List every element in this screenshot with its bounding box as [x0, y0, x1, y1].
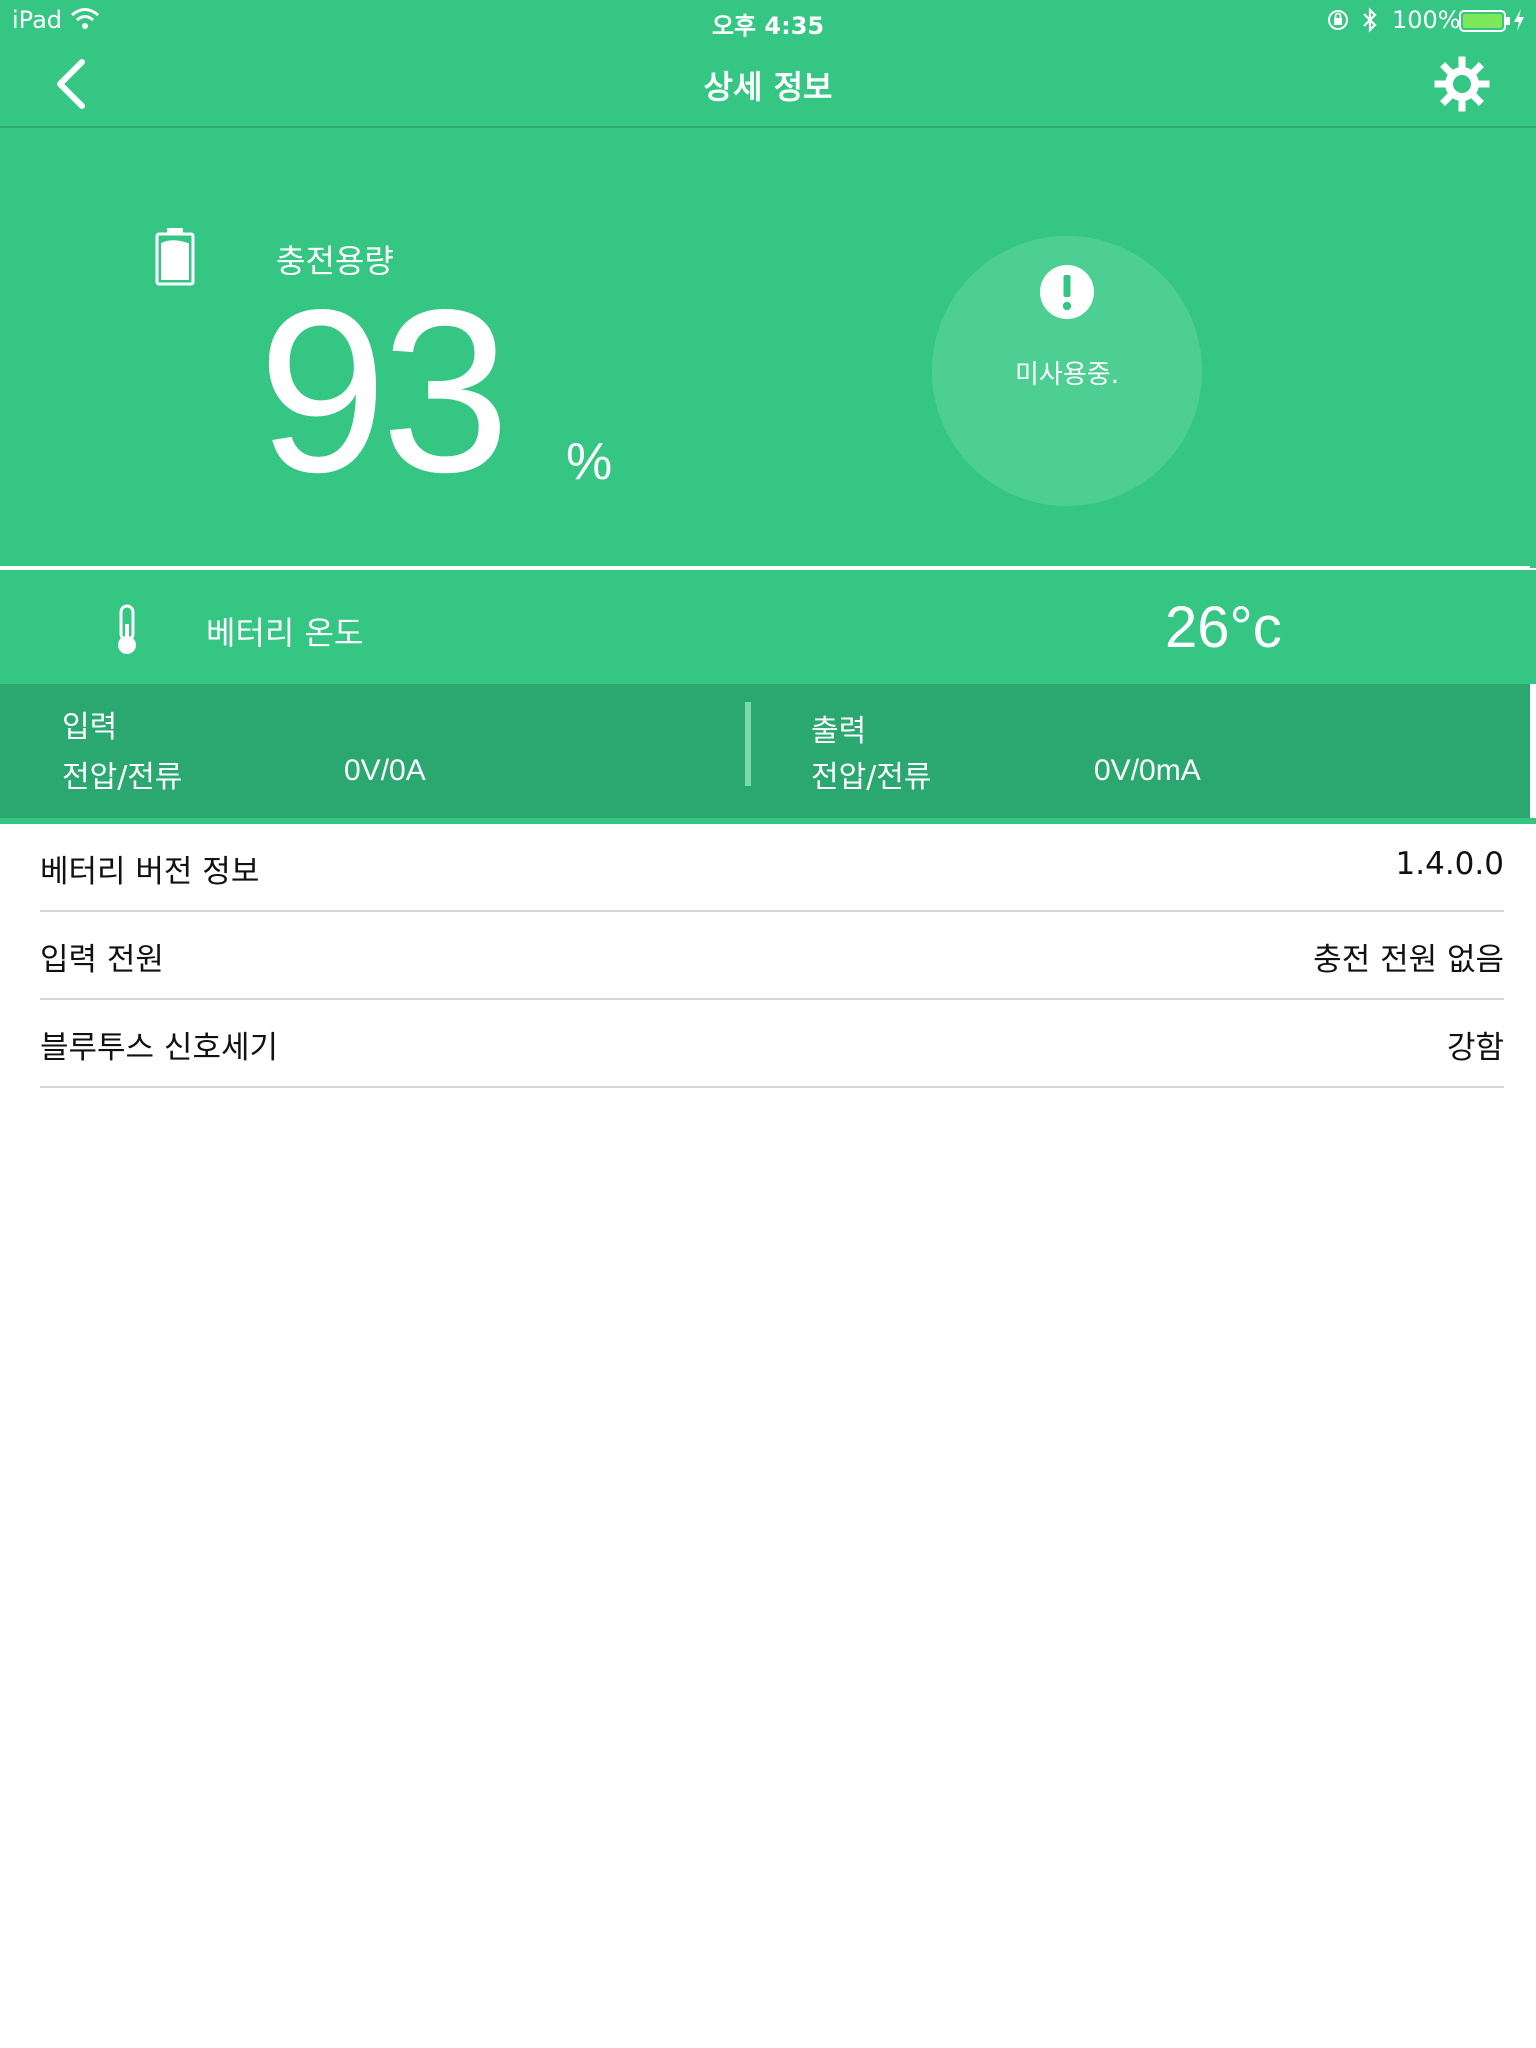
- status-bar: iPad 오후 4:35 100%: [0, 0, 1536, 40]
- input-title: 입력: [62, 710, 118, 745]
- info-label: 블루투스 신호세기: [40, 1030, 279, 1066]
- info-label: 입력 전원: [40, 942, 164, 978]
- bluetooth-icon: [1363, 7, 1377, 33]
- info-row-version: 베터리 버전 정보 1.4.0.0: [40, 824, 1504, 912]
- capacity-value: 93: [258, 262, 510, 521]
- input-value: 0V/0A: [344, 754, 426, 787]
- thermometer-icon: [118, 604, 136, 654]
- info-value: 강함: [1446, 1030, 1504, 1066]
- info-label: 베터리 버전 정보: [40, 854, 260, 890]
- page-title: 상세 정보: [703, 68, 833, 106]
- info-row-bluetooth-signal: 블루투스 신호세기 강함: [40, 1000, 1504, 1088]
- status-time: 오후 4:35: [711, 12, 825, 40]
- input-label: 전압/전류: [62, 760, 183, 795]
- io-panel: 입력 전압/전류 0V/0A 출력 전압/전류 0V/0mA: [0, 684, 1530, 818]
- output-title: 출력: [811, 714, 867, 749]
- temperature-label: 베터리 온도: [206, 614, 364, 652]
- info-list: 베터리 버전 정보 1.4.0.0 입력 전원 충전 전원 없음 블루투스 신호…: [40, 824, 1504, 1088]
- usage-status-circle: 미사용중.: [932, 236, 1202, 506]
- capacity-section: 충전용량 93 % 미사용중.: [0, 128, 1536, 568]
- usage-status-text: 미사용중.: [1015, 360, 1119, 390]
- io-divider: [745, 702, 751, 786]
- output-value: 0V/0mA: [1094, 754, 1201, 787]
- status-battery-icon: [1459, 10, 1510, 32]
- temperature-value: 26°c: [1165, 595, 1282, 660]
- info-value: 충전 전원 없음: [1313, 942, 1504, 978]
- output-label: 전압/전류: [811, 760, 932, 795]
- lock-rotation-icon: [1328, 10, 1348, 30]
- battery-icon: [155, 228, 195, 286]
- gear-icon: [1434, 56, 1490, 112]
- status-battery-percent: 100%: [1392, 6, 1461, 34]
- charging-bolt-icon: [1514, 9, 1524, 31]
- capacity-unit: %: [566, 433, 613, 491]
- info-row-input-power: 입력 전원 충전 전원 없음: [40, 912, 1504, 1000]
- settings-button[interactable]: [1432, 54, 1492, 114]
- temperature-row: 베터리 온도 26°c: [0, 570, 1536, 684]
- nav-bar: 상세 정보: [0, 40, 1536, 128]
- alert-icon: [1040, 265, 1094, 319]
- battery-detail-screen: iPad 오후 4:35 100% 상세 정보 충전용량 93 % 미사용중. …: [0, 0, 1536, 2048]
- info-value: 1.4.0.0: [1395, 846, 1504, 882]
